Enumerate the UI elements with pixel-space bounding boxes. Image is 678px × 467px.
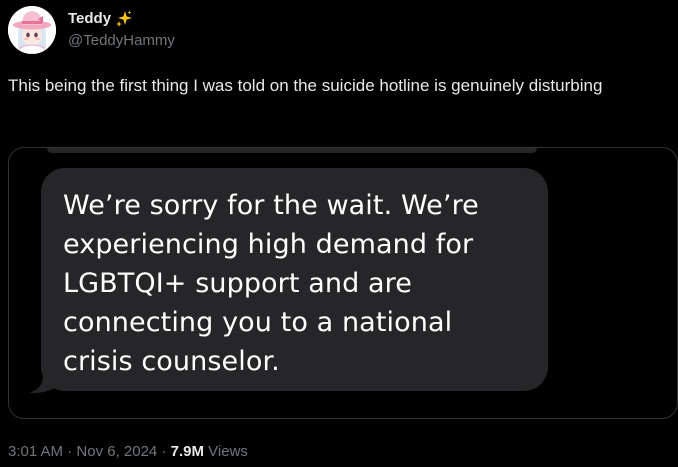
tweet-meta: 3:01 AM · Nov 6, 2024 · 7.9M Views xyxy=(8,442,248,462)
display-name[interactable]: Teddy xyxy=(68,9,111,29)
meta-separator: · xyxy=(161,443,167,460)
tweet-date[interactable]: Nov 6, 2024 xyxy=(76,443,157,460)
tweet: Teddy @TeddyHammy This being the first t… xyxy=(0,0,678,467)
message-bubble: We’re sorry for the wait. We’re experien… xyxy=(41,168,548,391)
tweet-media[interactable]: We’re sorry for the wait. We’re experien… xyxy=(8,147,678,419)
handle[interactable]: @TeddyHammy xyxy=(68,31,175,51)
avatar[interactable] xyxy=(8,6,56,54)
sparkle-icon xyxy=(115,10,133,28)
display-name-row: Teddy xyxy=(68,9,175,29)
avatar-image xyxy=(8,6,56,54)
meta-separator: · xyxy=(67,443,73,460)
previous-message-bubble xyxy=(47,148,537,153)
message-bubble-tail xyxy=(30,376,61,393)
message-text: We’re sorry for the wait. We’re experien… xyxy=(63,190,479,377)
views-label: Views xyxy=(208,443,248,460)
views-count[interactable]: 7.9M xyxy=(171,443,204,460)
tweet-header: Teddy @TeddyHammy xyxy=(8,4,175,56)
tweet-text: This being the first thing I was told on… xyxy=(8,76,603,95)
author-names: Teddy @TeddyHammy xyxy=(68,9,175,51)
tweet-time[interactable]: 3:01 AM xyxy=(8,443,63,460)
